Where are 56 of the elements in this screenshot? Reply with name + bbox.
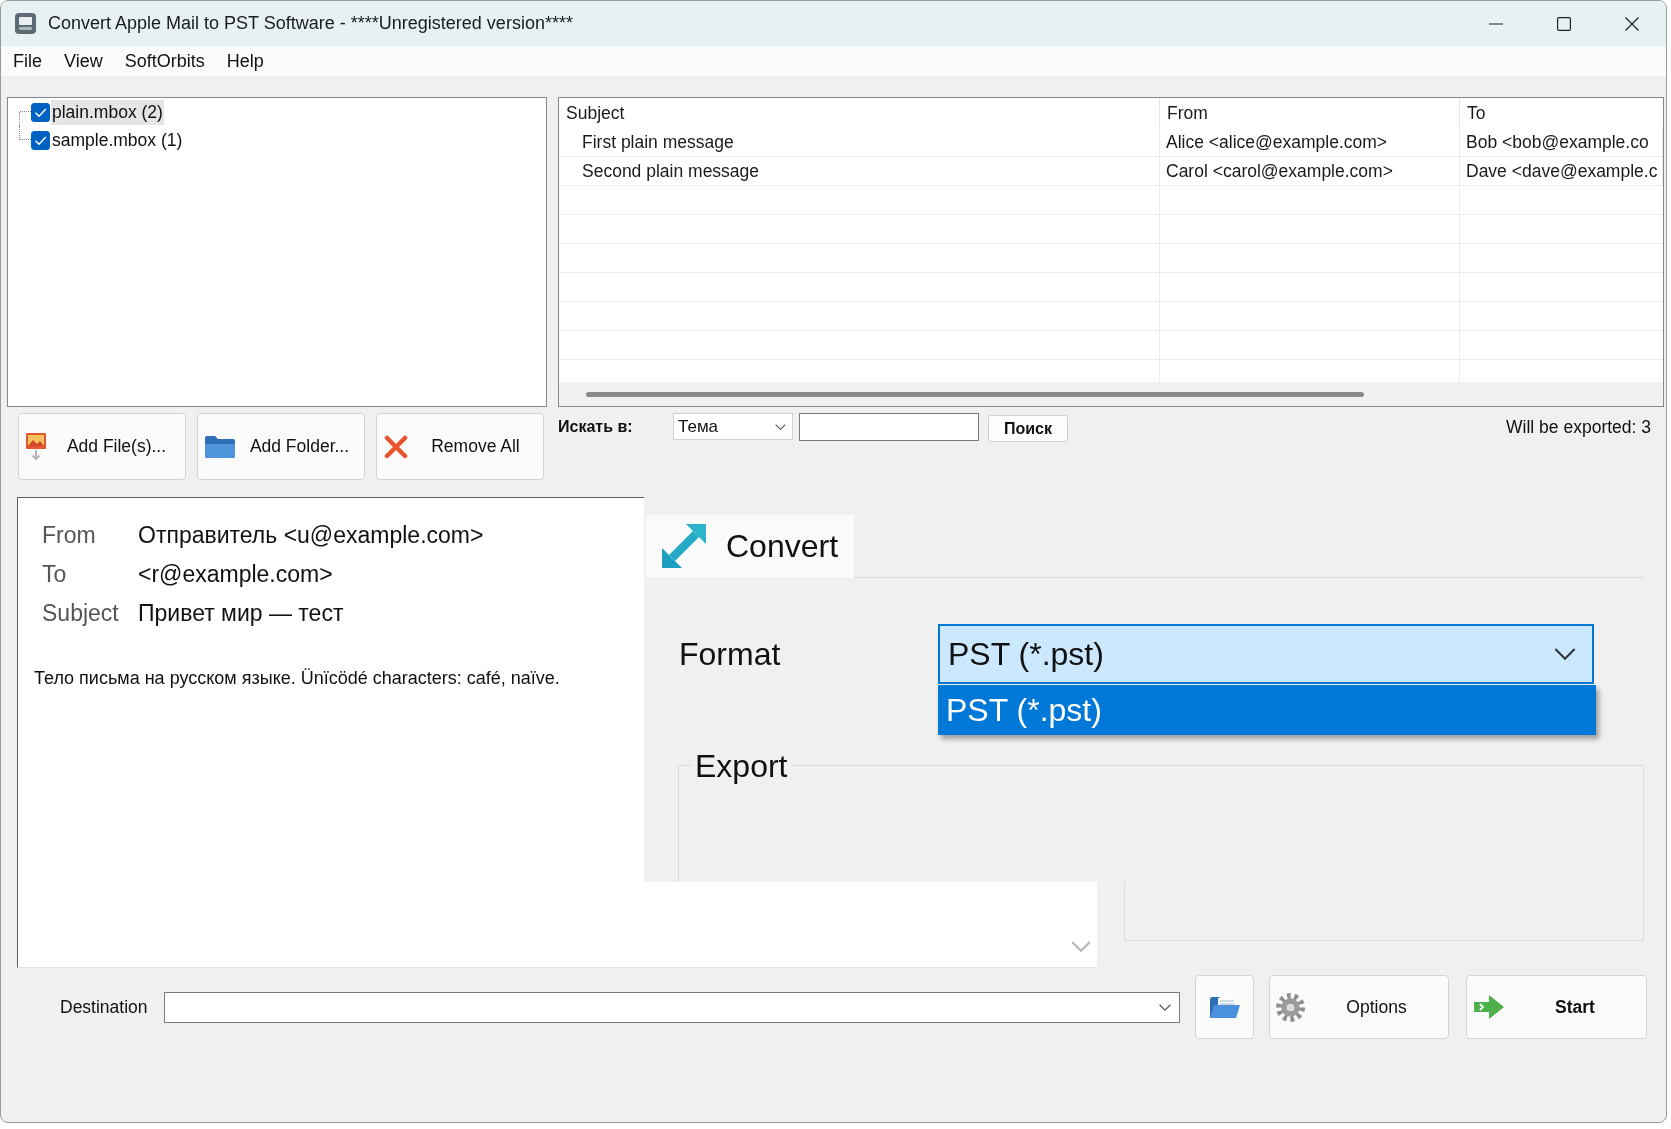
- table-cell: First plain message: [559, 128, 1160, 157]
- scrollbar-thumb[interactable]: [586, 391, 1364, 397]
- gear-icon: [1276, 992, 1305, 1022]
- arrow-right-icon: [1474, 995, 1504, 1019]
- column-header[interactable]: Subject: [559, 98, 1160, 128]
- destination-label: Destination: [60, 996, 149, 1018]
- cross-icon: [384, 434, 408, 459]
- message-body: Тело письма на русском языке. Ünïcödé characters: café, naïve.: [34, 667, 560, 690]
- table-cell: Alice <alice@example.com>: [1160, 128, 1460, 157]
- header-label: From: [42, 522, 97, 549]
- add-files-button[interactable]: Add File(s)...: [18, 413, 186, 480]
- add-folder-button[interactable]: Add Folder...: [197, 413, 365, 480]
- menu-item[interactable]: File: [3, 48, 52, 74]
- diagonal-arrows-icon: [662, 524, 706, 568]
- format-dropdown[interactable]: PST (*.pst): [938, 624, 1594, 684]
- close-icon: [1625, 16, 1639, 31]
- chevron-down-icon[interactable]: [1071, 941, 1091, 952]
- maximize-icon: [1557, 16, 1571, 31]
- search-label: Искать в:: [558, 417, 634, 437]
- browse-button[interactable]: [1195, 975, 1254, 1039]
- tree-item[interactable]: sample.mbox (1): [51, 127, 184, 153]
- menu-item[interactable]: SoftOrbits: [114, 48, 215, 74]
- dropdown-option[interactable]: PST (*.pst): [938, 685, 1596, 735]
- chevron-down-icon: [1159, 1003, 1171, 1011]
- folder-icon: [205, 435, 235, 458]
- menu-item[interactable]: Help: [216, 48, 274, 74]
- chevron-down-icon: [775, 423, 786, 430]
- window-title: Convert Apple Mail to PST Software - ****Unregistered version****: [48, 13, 574, 34]
- header-value: Привет мир — тест: [138, 600, 345, 627]
- tree-item[interactable]: plain.mbox (2): [51, 99, 164, 125]
- header-value: <r@example.com>: [138, 561, 334, 588]
- app-icon: [15, 13, 36, 34]
- folder-icon: [1209, 996, 1240, 1018]
- format-label: Format: [679, 635, 782, 673]
- column-header[interactable]: From: [1160, 98, 1460, 128]
- options-button[interactable]: Options: [1269, 975, 1449, 1039]
- column-header[interactable]: To: [1460, 98, 1663, 128]
- destination-field[interactable]: [164, 991, 1180, 1023]
- header-value: Отправитель <u@example.com>: [138, 522, 484, 549]
- chevron-down-icon: [1554, 648, 1576, 660]
- search-scope-dropdown[interactable]: Тема: [673, 413, 793, 440]
- header-label: To: [42, 561, 68, 588]
- search-button[interactable]: Поиск: [988, 415, 1068, 442]
- tab[interactable]: Convert: [646, 515, 854, 578]
- picture-icon: [26, 432, 48, 461]
- minimize-icon: [1489, 22, 1503, 25]
- start-button[interactable]: Start: [1466, 975, 1647, 1039]
- scrollbar[interactable]: [559, 382, 1663, 406]
- header-label: Subject: [42, 600, 120, 627]
- search-field[interactable]: [799, 413, 979, 441]
- checkbox[interactable]: [31, 130, 50, 150]
- checkbox[interactable]: [31, 102, 50, 122]
- remove-all-button[interactable]: Remove All: [376, 413, 544, 480]
- menu-item[interactable]: View: [54, 48, 113, 74]
- table-cell: Bob <bob@example.co: [1460, 128, 1663, 157]
- export-count: Will be exported: 3: [1506, 415, 1651, 439]
